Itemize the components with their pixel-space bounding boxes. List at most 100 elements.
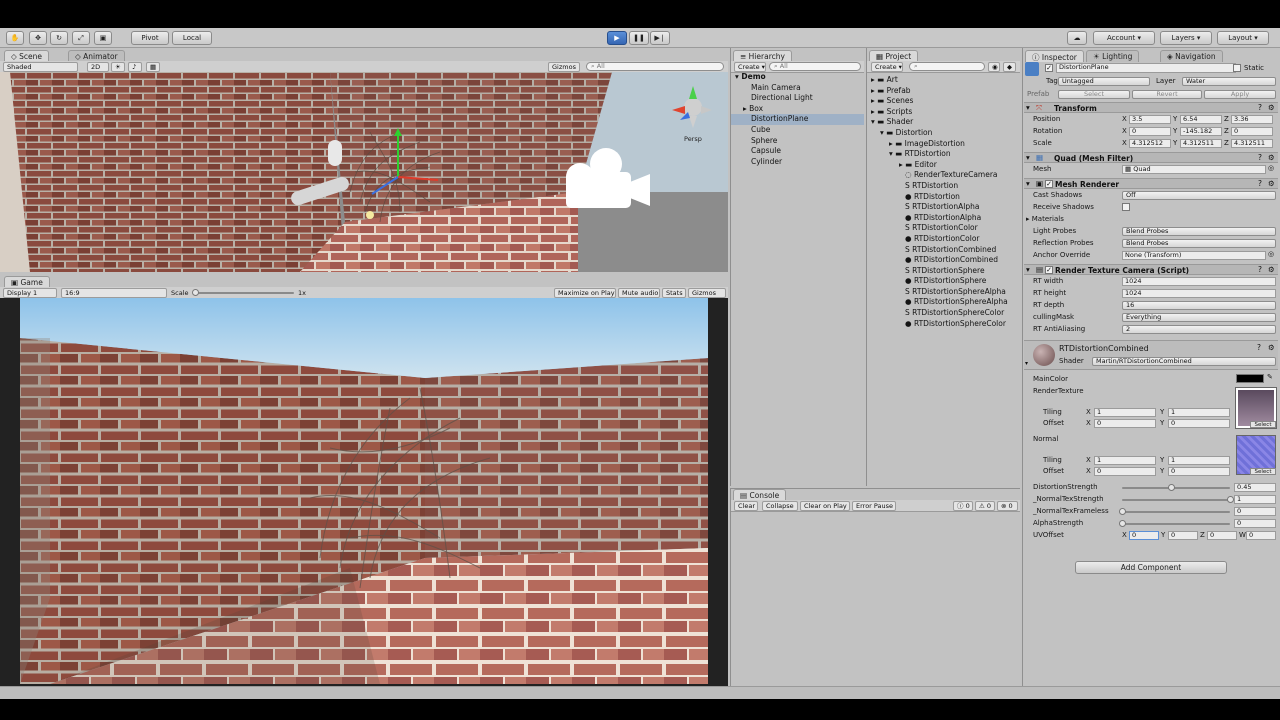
project-folder-prefab[interactable]: ▸ ▬ Prefab	[867, 86, 1020, 97]
light-toggle-icon[interactable]: ☀	[111, 62, 125, 72]
project-folder-scripts[interactable]: ▸ ▬ Scripts	[867, 107, 1020, 118]
help-icon[interactable]: ?	[1258, 103, 1262, 112]
distortion-strength-field[interactable]: 0.45	[1234, 483, 1276, 492]
pause-button[interactable]: ❚❚	[629, 31, 649, 45]
project-script-render-texture-camera[interactable]: ◌ RenderTextureCamera	[867, 170, 1020, 181]
gameobject-active-checkbox[interactable]: ✓	[1045, 64, 1053, 72]
object-picker-icon[interactable]: ◎	[1268, 164, 1274, 172]
cast-shadows-dropdown[interactable]: Off	[1122, 191, 1276, 200]
position-y-field[interactable]: 6.54	[1180, 115, 1222, 124]
rotation-y-field[interactable]: -145.182	[1180, 127, 1222, 136]
hierarchy-search-input[interactable]: ⌕ All	[769, 62, 861, 71]
rt-camera-header[interactable]: ▾ ▤ ✓ Render Texture Camera (Script) ? ⚙	[1024, 264, 1278, 275]
settings-gear-icon[interactable]: ⚙	[1268, 103, 1275, 112]
step-button[interactable]: ▶❘	[650, 31, 670, 45]
effects-toggle-icon[interactable]: ▦	[146, 62, 160, 72]
rt-tiling-y-field[interactable]: 1	[1168, 408, 1230, 417]
uv-offset-x-field[interactable]: 0	[1129, 531, 1159, 540]
alpha-strength-slider-track[interactable]	[1122, 523, 1230, 525]
object-picker-icon[interactable]: ◎	[1268, 250, 1274, 258]
normal-tex-frameless-slider-knob[interactable]	[1119, 508, 1126, 515]
display-dropdown[interactable]: Display 1	[3, 288, 57, 298]
project-shader-file[interactable]: S RTDistortionCombined	[867, 245, 1020, 256]
add-component-button[interactable]: Add Component	[1075, 561, 1227, 574]
normal-tiling-y-field[interactable]: 1	[1168, 456, 1230, 465]
hierarchy-item-sphere[interactable]: Sphere	[731, 136, 864, 147]
cloud-icon[interactable]: ☁	[1067, 31, 1087, 45]
layer-dropdown[interactable]: Water	[1182, 77, 1276, 86]
project-material-file[interactable]: ● RTDistortionCombined	[867, 255, 1020, 266]
project-create-dropdown[interactable]: Create ▾	[871, 62, 903, 72]
settings-gear-icon[interactable]: ⚙	[1268, 265, 1275, 274]
console-collapse-toggle[interactable]: Collapse	[762, 501, 798, 511]
rt-camera-enabled-checkbox[interactable]: ✓	[1045, 266, 1053, 274]
anchor-override-field[interactable]: None (Transform)	[1122, 251, 1266, 260]
mesh-object-field[interactable]: ▦ Quad	[1122, 165, 1266, 174]
position-z-field[interactable]: 3.36	[1231, 115, 1273, 124]
project-folder-art[interactable]: ▸ ▬ Art	[867, 75, 1020, 86]
console-clear-button[interactable]: Clear	[734, 501, 758, 511]
scale-x-field[interactable]: 4.312512	[1129, 139, 1171, 148]
prefab-select-button[interactable]: Select	[1058, 90, 1130, 99]
project-shader-file[interactable]: S RTDistortionSphereAlpha	[867, 287, 1020, 298]
normal-tex-frameless-slider-track[interactable]	[1122, 511, 1230, 513]
console-error-pause-toggle[interactable]: Error Pause	[852, 501, 896, 511]
eyedropper-icon[interactable]: ✎	[1267, 373, 1273, 381]
rt-offset-y-field[interactable]: 0	[1168, 419, 1230, 428]
hierarchy-item-cube[interactable]: Cube	[731, 125, 864, 136]
filter-type-icon[interactable]: ◉	[988, 62, 1000, 72]
game-viewport[interactable]	[20, 298, 708, 684]
stats-toggle[interactable]: Stats	[662, 288, 686, 298]
layout-dropdown[interactable]: Layout ▾	[1217, 31, 1269, 45]
uv-offset-w-field[interactable]: 0	[1246, 531, 1276, 540]
normal-select-button[interactable]: Select	[1250, 468, 1276, 475]
scale-slider-knob[interactable]	[192, 289, 199, 296]
project-material-file[interactable]: ● RTDistortionSphere	[867, 276, 1020, 287]
shading-dropdown[interactable]: Shaded	[3, 62, 78, 72]
game-gizmos-dropdown[interactable]: Gizmos	[688, 288, 726, 298]
maximize-on-play-toggle[interactable]: Maximize on Play	[554, 288, 616, 298]
mute-audio-toggle[interactable]: Mute audio	[618, 288, 660, 298]
scale-y-field[interactable]: 4.312511	[1180, 139, 1222, 148]
hierarchy-item-distortion-plane[interactable]: DistortionPlane	[731, 114, 864, 125]
normal-tex-strength-field[interactable]: 1	[1234, 495, 1276, 504]
gameobject-name-field[interactable]: DistortionPlane	[1056, 63, 1236, 73]
project-material-file[interactable]: ● RTDistortionSphereColor	[867, 319, 1020, 330]
normal-tex-frameless-field[interactable]: 0	[1234, 507, 1276, 516]
settings-gear-icon[interactable]: ⚙	[1268, 153, 1275, 162]
project-shader-file[interactable]: S RTDistortionSphere	[867, 266, 1020, 277]
hierarchy-scene-root[interactable]: ▾ Demo	[731, 72, 864, 83]
mesh-renderer-header[interactable]: ▾ ▣ ✓ Mesh Renderer ? ⚙	[1024, 178, 1278, 189]
scale-z-field[interactable]: 4.312511	[1231, 139, 1273, 148]
tab-inspector[interactable]: ⓘ Inspector	[1025, 50, 1084, 62]
render-texture-select-button[interactable]: Select	[1250, 421, 1276, 428]
help-icon[interactable]: ?	[1258, 153, 1262, 162]
project-folder-scenes[interactable]: ▸ ▬ Scenes	[867, 96, 1020, 107]
project-material-file[interactable]: ● RTDistortionSphereAlpha	[867, 297, 1020, 308]
help-icon[interactable]: ?	[1257, 343, 1261, 352]
normal-offset-y-field[interactable]: 0	[1168, 467, 1230, 476]
move-tool-icon[interactable]: ✥	[29, 31, 47, 45]
normal-tex-strength-slider-knob[interactable]	[1227, 496, 1234, 503]
rotate-tool-icon[interactable]: ↻	[50, 31, 68, 45]
position-x-field[interactable]: 3.5	[1129, 115, 1171, 124]
project-material-file[interactable]: ● RTDistortionAlpha	[867, 213, 1020, 224]
hierarchy-item-cylinder[interactable]: Cylinder	[731, 157, 864, 168]
filter-label-icon[interactable]: ◆	[1003, 62, 1016, 72]
settings-gear-icon[interactable]: ⚙	[1268, 179, 1275, 188]
transform-header[interactable]: ▾ ⤧ Transform ? ⚙	[1024, 102, 1278, 113]
rt-aa-dropdown[interactable]: 2	[1122, 325, 1276, 334]
rt-offset-x-field[interactable]: 0	[1094, 419, 1156, 428]
settings-gear-icon[interactable]: ⚙	[1268, 343, 1275, 352]
hierarchy-create-dropdown[interactable]: Create ▾	[734, 62, 766, 72]
layers-dropdown[interactable]: Layers ▾	[1160, 31, 1212, 45]
console-info-filter[interactable]: ⓘ 0	[953, 501, 973, 511]
hierarchy-item-directional-light[interactable]: Directional Light	[731, 93, 864, 104]
static-checkbox[interactable]	[1233, 64, 1241, 72]
account-dropdown[interactable]: Account ▾	[1093, 31, 1155, 45]
console-clear-on-play-toggle[interactable]: Clear on Play	[800, 501, 850, 511]
materials-foldout[interactable]: ▸ Materials	[1026, 215, 1064, 223]
project-shader-file[interactable]: S RTDistortionColor	[867, 223, 1020, 234]
project-search-input[interactable]: ⌕	[909, 62, 985, 71]
tag-dropdown[interactable]: Untagged	[1058, 77, 1150, 86]
